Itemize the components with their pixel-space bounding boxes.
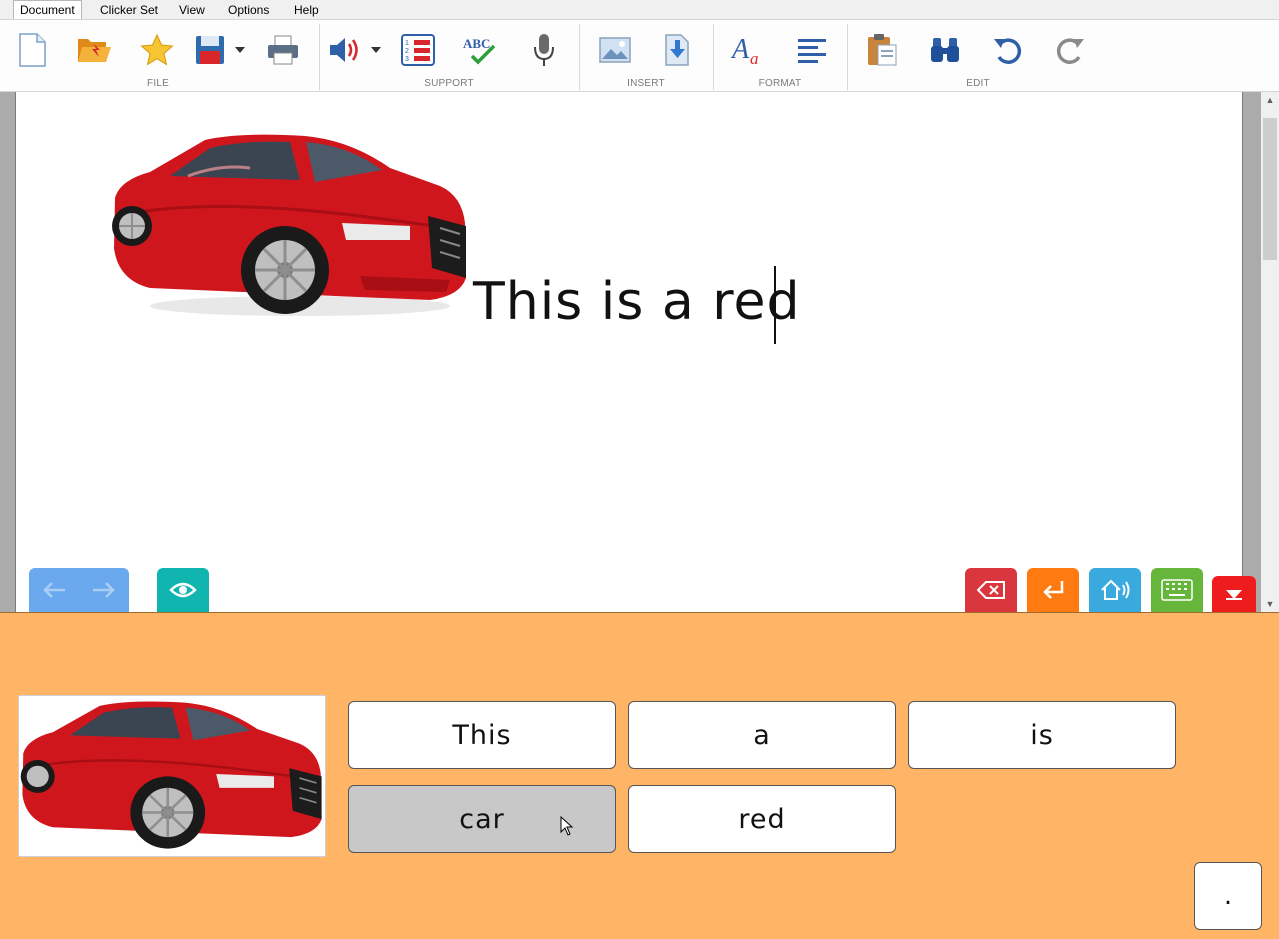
group-separator: [579, 24, 580, 90]
find-button[interactable]: [925, 30, 965, 70]
speaker-icon: [330, 38, 358, 62]
menu-help[interactable]: Help: [294, 2, 319, 19]
word-cell-a[interactable]: a: [628, 701, 896, 769]
print-icon: [268, 35, 298, 65]
svg-text:A: A: [731, 34, 750, 65]
menu-bar: Document Clicker Set View Options Help: [0, 0, 1279, 19]
menu-options[interactable]: Options: [228, 2, 269, 19]
menu-document[interactable]: Document: [13, 0, 82, 19]
forward-button[interactable]: [79, 576, 129, 604]
chevron-down-icon: [235, 47, 245, 53]
clicker-app-window: Document Clicker Set View Options Help F…: [0, 0, 1279, 939]
vertical-scrollbar[interactable]: ▲ ▼: [1261, 92, 1279, 612]
enter-icon: [1043, 581, 1064, 599]
mouse-pointer-icon: [560, 816, 574, 836]
svg-text:2: 2: [405, 48, 409, 55]
ribbon-toolbar: FILE 123 ABC SUPPORT INSERT Aa FORMAT ED…: [0, 19, 1279, 92]
alignment-button[interactable]: [792, 30, 832, 70]
back-button[interactable]: [29, 576, 79, 604]
document-margin: [0, 92, 15, 612]
svg-text:a: a: [750, 49, 759, 66]
backspace-icon: [977, 581, 1005, 599]
open-file-button[interactable]: [74, 30, 114, 70]
navigation-buttons: [29, 568, 129, 612]
document-car-image[interactable]: [110, 128, 470, 323]
group-label-support: SUPPORT: [424, 78, 474, 89]
redo-icon: [1056, 38, 1084, 64]
word-list-button[interactable]: 123: [398, 30, 438, 70]
grid-picture-cell[interactable]: [18, 695, 326, 857]
undo-icon: [994, 38, 1022, 64]
insert-file-button[interactable]: [657, 30, 697, 70]
group-label-insert: INSERT: [627, 78, 665, 89]
record-button[interactable]: [524, 30, 564, 70]
paste-button[interactable]: [862, 30, 902, 70]
print-button[interactable]: [263, 30, 303, 70]
backspace-button[interactable]: [965, 568, 1017, 612]
font-button[interactable]: Aa: [728, 30, 768, 70]
group-label-file: FILE: [147, 78, 169, 89]
word-cell-is[interactable]: is: [908, 701, 1176, 769]
car-picture-icon: [20, 701, 322, 849]
save-disk-icon: [196, 36, 224, 64]
group-separator: [847, 24, 848, 90]
save-dropdown-button[interactable]: [230, 30, 250, 70]
favourite-star-icon: [140, 34, 174, 66]
svg-text:ABC: ABC: [463, 36, 490, 51]
scrollbar-thumb[interactable]: [1263, 118, 1277, 260]
insert-picture-button[interactable]: [595, 30, 635, 70]
collapse-down-icon: [1226, 590, 1242, 600]
open-folder-icon: [78, 39, 111, 62]
font-style-icon: Aa: [731, 34, 759, 66]
word-cell-this[interactable]: This: [348, 701, 616, 769]
insert-file-icon: [665, 34, 689, 66]
period-cell[interactable]: .: [1194, 862, 1262, 930]
scroll-up-arrow-icon[interactable]: ▲: [1261, 92, 1279, 108]
view-button[interactable]: [157, 568, 209, 612]
spellcheck-icon: ABC: [463, 36, 496, 65]
svg-text:3: 3: [405, 56, 409, 63]
group-separator: [713, 24, 714, 90]
arrow-right-icon: [93, 582, 115, 598]
scroll-down-arrow-icon[interactable]: ▼: [1261, 596, 1279, 612]
undo-button[interactable]: [988, 30, 1028, 70]
word-list-icon: 123: [401, 34, 435, 66]
document-text[interactable]: This is a red: [473, 272, 818, 332]
paste-clipboard-icon: [868, 34, 897, 66]
chevron-down-icon: [371, 47, 381, 53]
redo-button[interactable]: [1050, 30, 1090, 70]
save-button[interactable]: [191, 30, 231, 70]
svg-text:1: 1: [405, 40, 409, 47]
eye-icon: [169, 582, 197, 598]
hide-grid-button[interactable]: [1212, 576, 1256, 612]
clicker-grid: This a is car red .: [0, 612, 1279, 939]
word-cell-car[interactable]: car: [348, 785, 616, 853]
favourites-button[interactable]: [137, 30, 177, 70]
find-binoculars-icon: [931, 38, 959, 62]
menu-view[interactable]: View: [179, 2, 205, 19]
group-label-edit: EDIT: [966, 78, 990, 89]
enter-button[interactable]: [1027, 568, 1079, 612]
microphone-icon: [534, 34, 554, 66]
speak-house-icon: [1101, 579, 1130, 600]
spellcheck-button[interactable]: ABC: [460, 30, 500, 70]
new-document-button[interactable]: [12, 30, 52, 70]
group-label-format: FORMAT: [758, 78, 802, 89]
menu-clicker-set[interactable]: Clicker Set: [100, 2, 158, 19]
speak-document-button[interactable]: [1089, 568, 1141, 612]
keyboard-icon: [1161, 579, 1193, 601]
document-margin: [1243, 92, 1261, 612]
text-caret: [774, 266, 776, 344]
arrow-left-icon: [43, 582, 65, 598]
speech-dropdown-button[interactable]: [366, 30, 386, 70]
word-cell-red[interactable]: red: [628, 785, 896, 853]
keyboard-button[interactable]: [1151, 568, 1203, 612]
speech-button[interactable]: [325, 30, 365, 70]
group-separator: [319, 24, 320, 90]
new-document-icon: [19, 33, 46, 67]
align-left-icon: [798, 39, 826, 63]
insert-picture-icon: [599, 37, 631, 63]
